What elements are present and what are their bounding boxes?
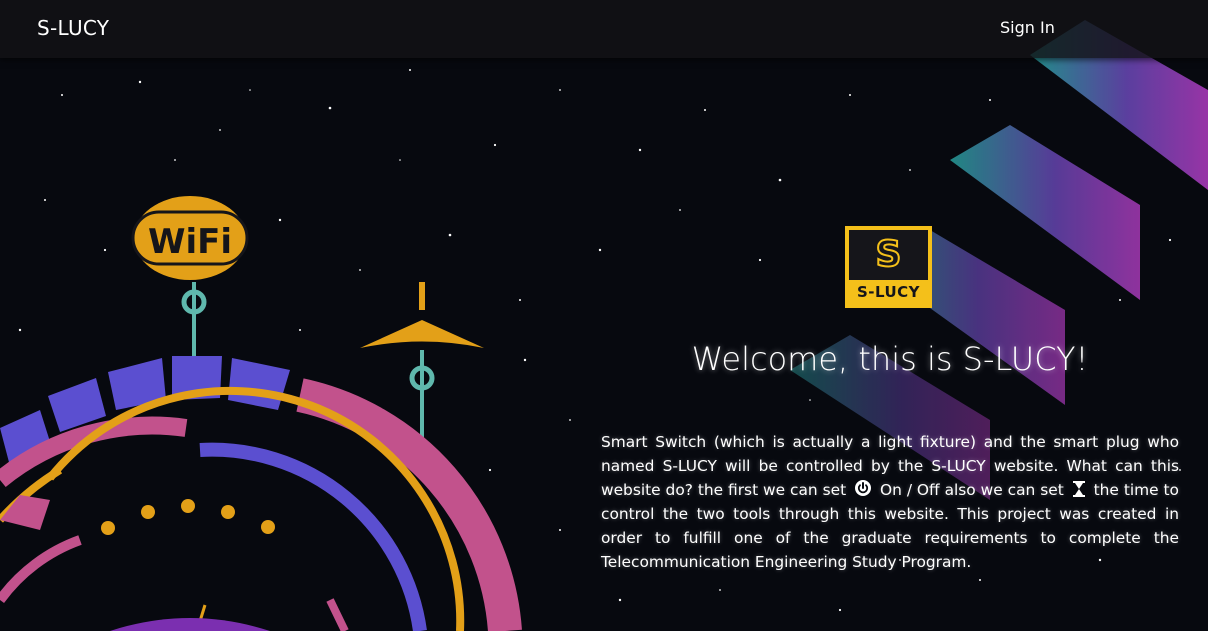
logo-letter: S xyxy=(875,234,903,275)
logo-text: S-LUCY xyxy=(856,283,921,301)
power-icon xyxy=(855,480,872,496)
brand-link[interactable]: S-LUCY xyxy=(37,16,109,40)
top-navbar: S-LUCY Sign In xyxy=(0,0,1208,58)
svg-text:WiFi: WiFi xyxy=(148,222,232,262)
page-title: Welcome, this is S-LUCY! xyxy=(691,340,1089,378)
s-lucy-logo: S S-LUCY xyxy=(845,226,932,308)
logo-mark: S xyxy=(849,230,928,280)
hero-description: Smart Switch (which is actually a light … xyxy=(601,430,1179,574)
description-text: On / Off also we can set xyxy=(880,481,1064,499)
hourglass-icon xyxy=(1072,481,1085,497)
sign-in-link[interactable]: Sign In xyxy=(1000,18,1055,37)
